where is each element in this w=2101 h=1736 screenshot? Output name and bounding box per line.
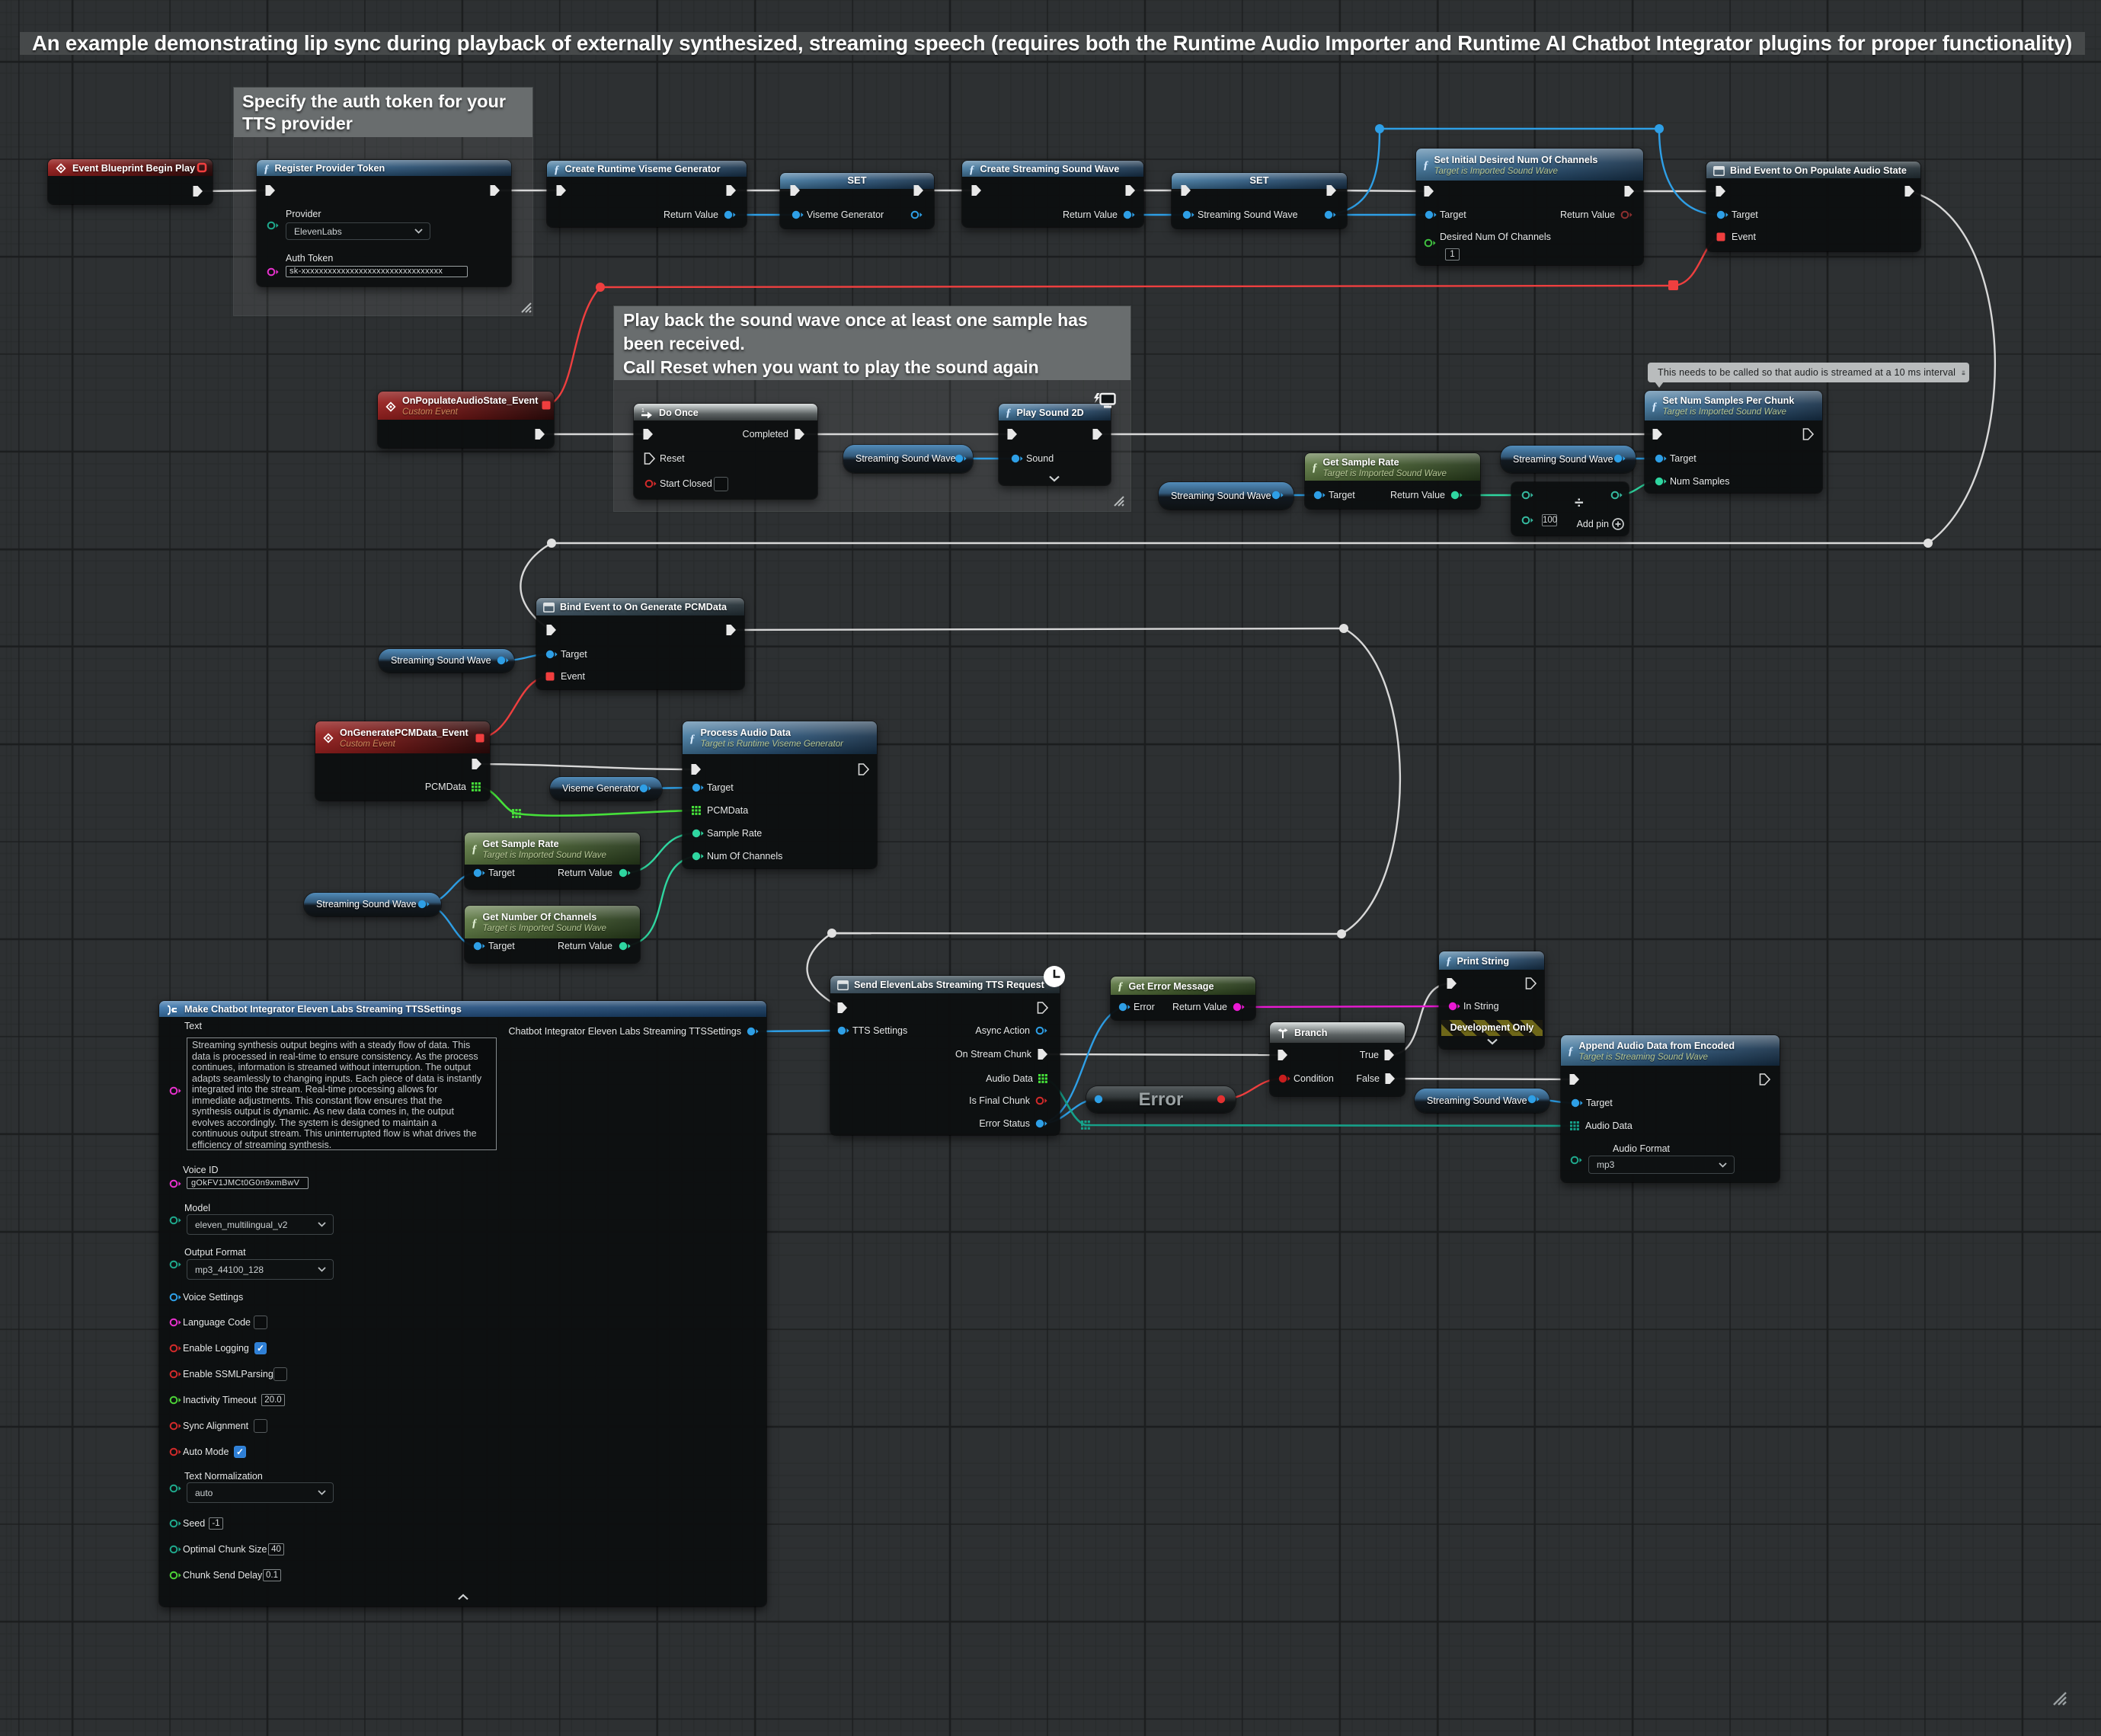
svg-text:1: 1 [641, 408, 644, 414]
